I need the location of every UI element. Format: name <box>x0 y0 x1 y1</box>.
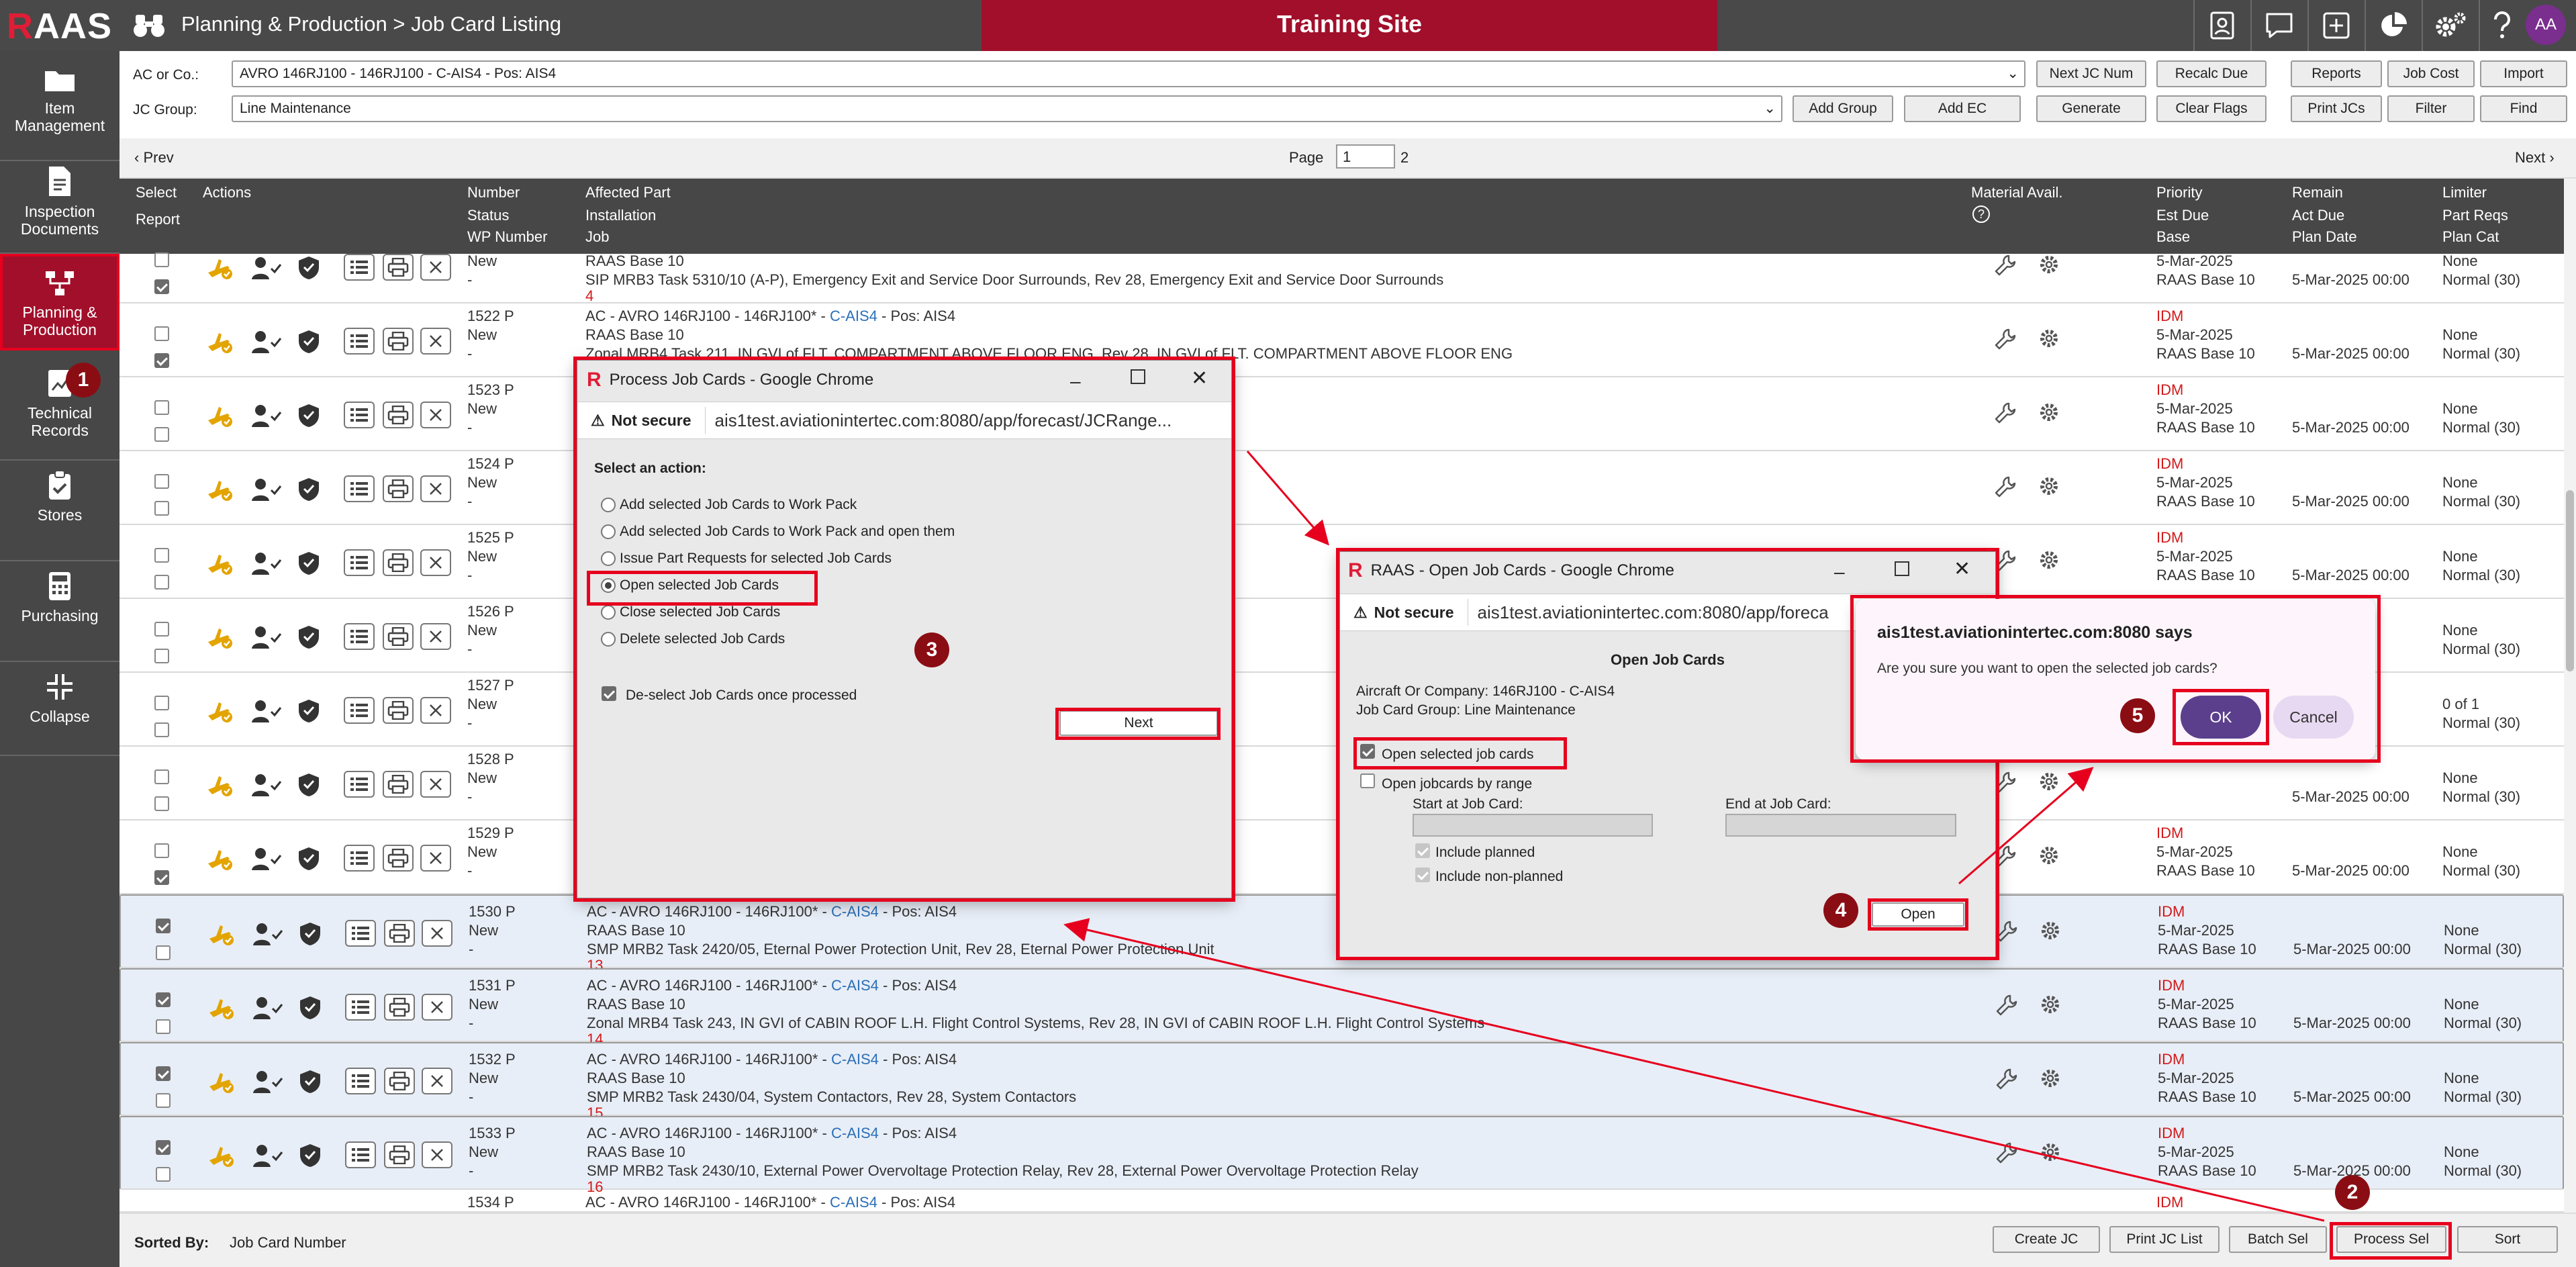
step-marker-1: 1 <box>66 363 101 397</box>
annotation-arrows <box>1063 451 2325 1222</box>
arrow-to-confirm <box>1958 767 2094 885</box>
arrow-to-open-window <box>1246 451 1329 546</box>
step-marker-4: 4 <box>1823 893 1858 928</box>
step-marker-2: 2 <box>2335 1175 2370 1210</box>
step-marker-5: 5 <box>2120 698 2155 733</box>
arrow-to-process-window <box>1063 918 2325 1222</box>
step-marker-3: 3 <box>914 632 949 667</box>
